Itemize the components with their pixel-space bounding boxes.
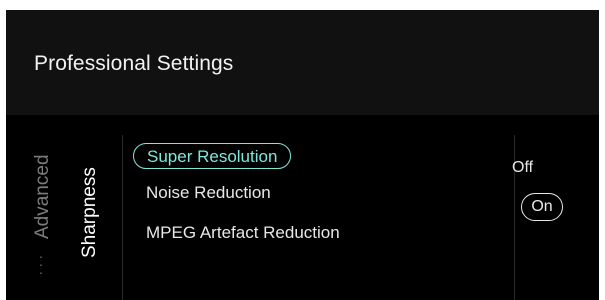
menu-item-mpeg-artefact-reduction[interactable]: MPEG Artefact Reduction xyxy=(146,223,340,243)
settings-panel: Professional Settings · · · Advanced Sharp… xyxy=(6,10,599,300)
option-off[interactable]: Off xyxy=(512,159,533,177)
divider-left xyxy=(122,135,123,300)
menu-item-noise-reduction[interactable]: Noise Reduction xyxy=(146,183,271,203)
settings-content: · · · Advanced Sharpness Super Resolution … xyxy=(6,115,599,300)
more-vertical-icon[interactable]: · · · xyxy=(38,249,44,279)
breadcrumb-current[interactable]: Sharpness xyxy=(79,167,101,258)
page-title: Professional Settings xyxy=(34,52,234,75)
header-bar: Professional Settings xyxy=(6,10,599,115)
option-on[interactable]: On xyxy=(521,193,563,221)
breadcrumb-parent[interactable]: Advanced xyxy=(32,154,54,239)
menu-item-super-resolution[interactable]: Super Resolution xyxy=(133,143,292,169)
